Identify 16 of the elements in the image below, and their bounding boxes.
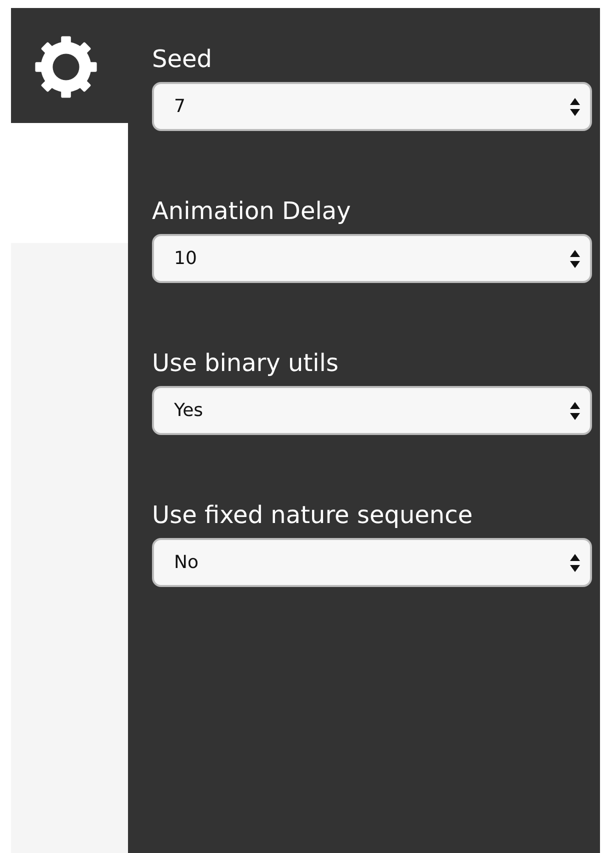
select-field[interactable]: 7 — [152, 82, 592, 131]
select-field[interactable]: Yes — [152, 386, 592, 435]
select-value: 7 — [174, 95, 186, 119]
select-value: Yes — [174, 399, 204, 423]
select-field[interactable]: 10 — [152, 234, 592, 283]
field-label: Animation Delay — [152, 196, 352, 227]
sort-icon — [570, 402, 580, 420]
sort-icon — [570, 554, 580, 572]
select-value: 10 — [174, 247, 197, 271]
sort-icon — [570, 98, 580, 116]
sort-icon — [570, 250, 580, 268]
field-label: Seed — [152, 44, 213, 75]
field-label: Use fixed nature sequence — [152, 500, 474, 531]
field-label: Use binary utils — [152, 348, 340, 379]
select-field[interactable]: No — [152, 538, 592, 587]
select-value: No — [174, 551, 198, 575]
